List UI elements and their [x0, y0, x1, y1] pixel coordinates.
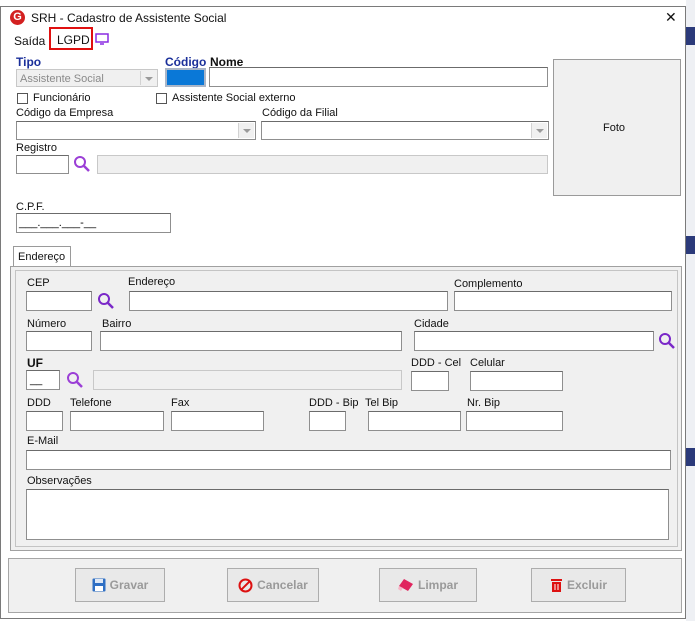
- gravar-button[interactable]: Gravar: [75, 568, 165, 602]
- cep-label: CEP: [27, 277, 50, 289]
- ddd-label: DDD: [27, 397, 51, 409]
- celular-label: Celular: [470, 357, 505, 369]
- ddd-cel-label: DDD - Cel: [411, 357, 462, 369]
- telefone-field[interactable]: [70, 411, 164, 431]
- funcionario-label: Funcionário: [33, 92, 91, 104]
- nr-bip-label: Nr. Bip: [467, 397, 501, 409]
- menu-lgpd[interactable]: LGPD: [57, 33, 90, 47]
- assistente-externo-checkbox[interactable]: [156, 93, 167, 104]
- cancelar-button[interactable]: Cancelar: [227, 568, 319, 602]
- celular-field[interactable]: [470, 371, 563, 391]
- funcionario-checkbox[interactable]: [17, 93, 28, 104]
- uf-mask: __: [30, 374, 43, 386]
- complemento-label: Complemento: [454, 278, 523, 290]
- codigo-filial-select[interactable]: [261, 121, 549, 140]
- observacoes-textarea[interactable]: [26, 489, 669, 540]
- limpar-button[interactable]: Limpar: [379, 568, 477, 602]
- fax-label: Fax: [171, 397, 190, 409]
- uf-field[interactable]: __: [26, 370, 60, 390]
- codigo-field[interactable]: [165, 68, 206, 87]
- fax-field[interactable]: [171, 411, 264, 431]
- search-icon[interactable]: [73, 155, 91, 173]
- ddd-bip-field[interactable]: [309, 411, 346, 431]
- codigo-filial-label: Código da Filial: [262, 107, 338, 119]
- chevron-down-icon: [531, 123, 547, 138]
- cancelar-label: Cancelar: [257, 578, 308, 592]
- menu-saida[interactable]: Saída: [14, 34, 45, 48]
- cep-field[interactable]: [26, 291, 92, 311]
- search-icon[interactable]: [97, 292, 115, 310]
- registro-label: Registro: [16, 142, 57, 154]
- observacoes-label: Observações: [27, 475, 92, 487]
- codigo-empresa-select[interactable]: [16, 121, 256, 140]
- background-window-strip: [686, 0, 695, 621]
- tipo-select[interactable]: Assistente Social: [16, 69, 158, 87]
- cpf-label: C.P.F.: [16, 201, 45, 213]
- numero-label: Número: [27, 318, 67, 330]
- endereco-label: Endereço: [128, 276, 176, 288]
- cpf-field[interactable]: ___.___.___-__: [16, 213, 171, 233]
- search-icon[interactable]: [66, 371, 84, 389]
- tel-bip-label: Tel Bip: [365, 397, 399, 409]
- window-title: SRH - Cadastro de Assistente Social: [31, 11, 227, 25]
- search-icon[interactable]: [658, 332, 676, 350]
- ddd-field[interactable]: [26, 411, 63, 431]
- chevron-down-icon: [238, 123, 254, 138]
- numero-field[interactable]: [26, 331, 92, 351]
- excluir-label: Excluir: [566, 578, 608, 592]
- registro-name-field: [97, 155, 548, 174]
- email-field[interactable]: [26, 450, 671, 470]
- email-label: E-Mail: [27, 435, 59, 447]
- registro-field[interactable]: [16, 155, 69, 174]
- bairro-field[interactable]: [100, 331, 402, 351]
- close-icon[interactable]: ✕: [665, 9, 677, 26]
- foto-label: Foto: [603, 122, 626, 134]
- uf-name-field: [93, 370, 402, 390]
- limpar-label: Limpar: [417, 578, 458, 592]
- bairro-label: Bairro: [102, 318, 132, 330]
- uf-label: UF: [27, 356, 43, 370]
- endereco-field[interactable]: [129, 291, 448, 311]
- eraser-icon: [397, 579, 413, 591]
- cpf-mask: ___.___.___-__: [19, 217, 97, 229]
- tab-endereco-label: Endereço: [18, 251, 66, 263]
- monitor-icon[interactable]: [95, 33, 109, 45]
- tipo-value: Assistente Social: [20, 73, 104, 85]
- telefone-label: Telefone: [70, 397, 112, 409]
- cancel-icon: [238, 578, 253, 592]
- complemento-field[interactable]: [454, 291, 672, 311]
- trash-icon: [550, 578, 562, 592]
- save-icon: [92, 578, 106, 592]
- ddd-cel-field[interactable]: [411, 371, 449, 391]
- tipo-label: Tipo: [16, 55, 42, 69]
- assistente-externo-label: Assistente Social externo: [172, 92, 296, 104]
- cidade-label: Cidade: [414, 318, 449, 330]
- cidade-field[interactable]: [414, 331, 654, 351]
- chevron-down-icon: [140, 71, 156, 85]
- nr-bip-field[interactable]: [466, 411, 563, 431]
- gravar-label: Gravar: [109, 578, 149, 592]
- codigo-label: Código: [165, 55, 207, 69]
- app-logo-icon: G: [10, 10, 25, 25]
- nome-field[interactable]: [209, 67, 548, 87]
- ddd-bip-label: DDD - Bip: [309, 397, 359, 409]
- codigo-empresa-label: Código da Empresa: [16, 107, 114, 119]
- tel-bip-field[interactable]: [368, 411, 461, 431]
- excluir-button[interactable]: Excluir: [531, 568, 626, 602]
